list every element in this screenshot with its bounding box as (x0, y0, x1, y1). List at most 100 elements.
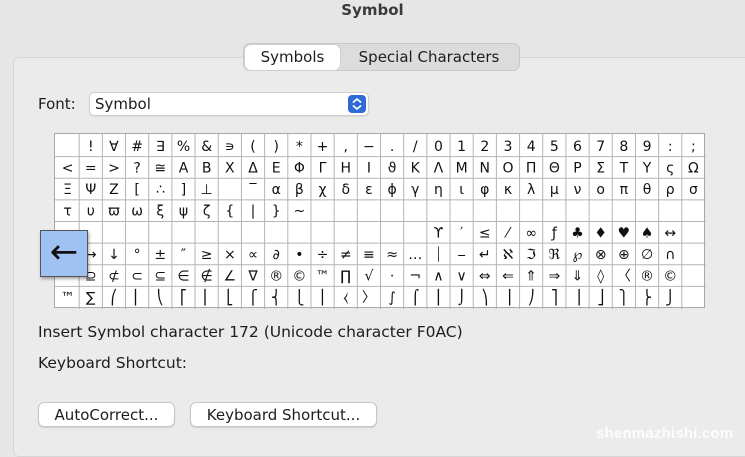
symbol-cell[interactable]: ⊕ (618, 247, 630, 263)
symbol-cell[interactable]: ∨ (457, 269, 467, 285)
selected-symbol-cell[interactable]: ← (40, 230, 88, 277)
symbol-cell[interactable]: 0 (434, 139, 443, 155)
symbol-cell[interactable]: ∑ (86, 290, 96, 306)
symbol-cell[interactable]: ⎠ (528, 288, 535, 306)
symbol-cell[interactable]: ⎨ (271, 288, 282, 306)
symbol-cell[interactable]: ⎛ (110, 288, 117, 306)
symbol-cell[interactable]: 3 (504, 139, 513, 155)
symbol-cell[interactable]: ) (273, 139, 278, 155)
symbol-cell[interactable]: ≥ (201, 247, 213, 263)
symbol-cell[interactable]: 2 (480, 139, 489, 155)
symbol-cell[interactable]: ƒ (551, 225, 558, 241)
symbol-cell[interactable]: 7 (596, 139, 605, 155)
symbol-cell[interactable]: > (108, 160, 120, 176)
symbol-cell[interactable]: ∉ (201, 269, 213, 285)
symbol-cell[interactable]: Ξ (63, 182, 72, 198)
symbol-cell[interactable]: ≡ (363, 247, 375, 263)
font-dropdown[interactable]: Symbol (89, 92, 369, 116)
symbol-cell[interactable]: / (413, 139, 418, 155)
symbol-cell[interactable]: . (390, 139, 394, 155)
symbol-cell[interactable]: η (434, 182, 443, 198)
symbol-cell[interactable]: ∀ (109, 139, 119, 155)
symbol-cell[interactable]: 4 (527, 139, 536, 155)
symbol-cell[interactable]: α (272, 182, 281, 198)
symbol-cell[interactable]: Ν (480, 160, 490, 176)
symbol-cell[interactable]: 6 (573, 139, 582, 155)
symbol-cell[interactable]: ℘ (573, 247, 583, 263)
symbol-cell[interactable]: ϕ (387, 182, 396, 198)
symbol-cell[interactable]: ⎥ (574, 288, 581, 306)
symbol-grid[interactable]: ! ∀ # ∃% & ∍ () * +, −. / 0 1 2 3 4 5 6 7 8 9:; < = >? ≅ Α Β Χ Δ Ε Φ Γ Η… (54, 133, 706, 309)
symbol-cell[interactable]: ⎞ (481, 288, 488, 306)
symbol-cell[interactable]: ϖ (108, 204, 120, 220)
symbol-cell[interactable]: ′ (460, 225, 463, 241)
symbol-cell[interactable]: ∏ (340, 269, 351, 285)
symbol-cell[interactable]: ◊ (597, 269, 604, 285)
symbol-cell[interactable]: ⁄ (504, 225, 512, 241)
symbol-cell[interactable]: ⌠ (412, 289, 419, 306)
symbol-cell[interactable]: 5 (550, 139, 559, 155)
symbol-cell[interactable]: ( (250, 139, 255, 155)
symbol-cell[interactable]: Ι (367, 160, 371, 176)
symbol-cell[interactable]: Κ (411, 160, 421, 176)
symbol-cell[interactable]: 8 (619, 139, 628, 155)
symbol-cell[interactable]: Υ (642, 160, 652, 176)
symbol-cell[interactable]: ¬ (409, 269, 421, 285)
symbol-cell[interactable]: ⎪ (317, 288, 328, 306)
symbol-cell[interactable]: μ (550, 182, 559, 198)
symbol-cell[interactable]: Τ (619, 160, 629, 176)
autocorrect-button[interactable]: AutoCorrect... (38, 402, 175, 427)
symbol-cell[interactable]: ⊆ (154, 269, 166, 285)
symbol-cell[interactable]: • (295, 247, 303, 263)
symbol-cell[interactable]: { (225, 204, 234, 220)
symbol-cell[interactable]: © (292, 269, 306, 285)
symbol-cell[interactable]: σ (689, 182, 698, 198)
symbol-cell[interactable]: λ (527, 182, 535, 198)
symbol-cell[interactable]: ρ (666, 182, 675, 198)
symbol-cell[interactable]: * (296, 139, 303, 155)
symbol-cell[interactable]: ς (666, 160, 674, 176)
symbol-cell[interactable]: Ρ (573, 160, 581, 176)
symbol-cell[interactable]: Δ (248, 160, 258, 176)
symbol-cell[interactable]: ∠ (224, 269, 237, 285)
symbol-cell[interactable]: ♣ (571, 225, 584, 241)
symbol-cell[interactable]: ∈ (177, 269, 189, 285)
symbol-cell[interactable]: ⊄ (108, 269, 120, 285)
symbol-cell[interactable]: , (344, 139, 348, 155)
symbol-cell[interactable]: ‾ (249, 182, 258, 198)
symbol-cell[interactable]: ⎭ (665, 288, 676, 306)
symbol-cell[interactable]: ⧼ (343, 290, 348, 306)
symbol-cell[interactable]: ® (640, 269, 654, 285)
symbol-cell[interactable]: ⎬ (642, 288, 653, 306)
symbol-cell[interactable]: ∞ (525, 225, 537, 241)
symbol-cell[interactable]: ∫ (388, 290, 395, 306)
symbol-cell[interactable]: 〉 (362, 290, 376, 306)
symbol-cell[interactable]: ″ (181, 247, 186, 263)
symbol-cell[interactable]: ™ (61, 290, 75, 306)
symbol-cell[interactable]: ⇔ (479, 269, 491, 285)
symbol-cell[interactable]: ℵ (503, 247, 513, 263)
symbol-cell[interactable]: ω (131, 204, 143, 220)
symbol-cell[interactable]: ο (596, 182, 605, 198)
symbol-cell[interactable]: ↓ (108, 247, 120, 263)
symbol-cell[interactable]: ⊗ (595, 247, 607, 263)
symbol-cell[interactable]: Μ (456, 160, 468, 176)
symbol-cell[interactable]: ∧ (433, 269, 443, 285)
symbol-cell[interactable]: ∍ (225, 139, 235, 155)
symbol-cell[interactable]: ! (88, 139, 94, 155)
symbol-cell[interactable]: ⇓ (572, 269, 584, 285)
symbol-cell[interactable]: ± (154, 247, 166, 263)
symbol-cell[interactable]: ≈ (386, 247, 398, 263)
symbol-cell[interactable]: ♦ (594, 225, 607, 241)
symbol-cell[interactable]: ⎢ (203, 288, 210, 306)
symbol-cell[interactable]: ÷ (317, 247, 329, 263)
symbol-cell[interactable]: ⊥ (201, 182, 213, 198)
symbol-cell[interactable]: ? (133, 160, 140, 176)
symbol-cell[interactable]: ° (134, 247, 141, 263)
symbol-cell[interactable]: = (85, 160, 97, 176)
symbol-cell[interactable]: θ (643, 182, 652, 198)
symbol-cell[interactable]: ι (459, 182, 464, 198)
symbol-cell[interactable]: δ (341, 182, 350, 198)
symbol-cell[interactable]: ∅ (641, 247, 653, 263)
symbol-cell[interactable]: ≤ (479, 225, 491, 241)
